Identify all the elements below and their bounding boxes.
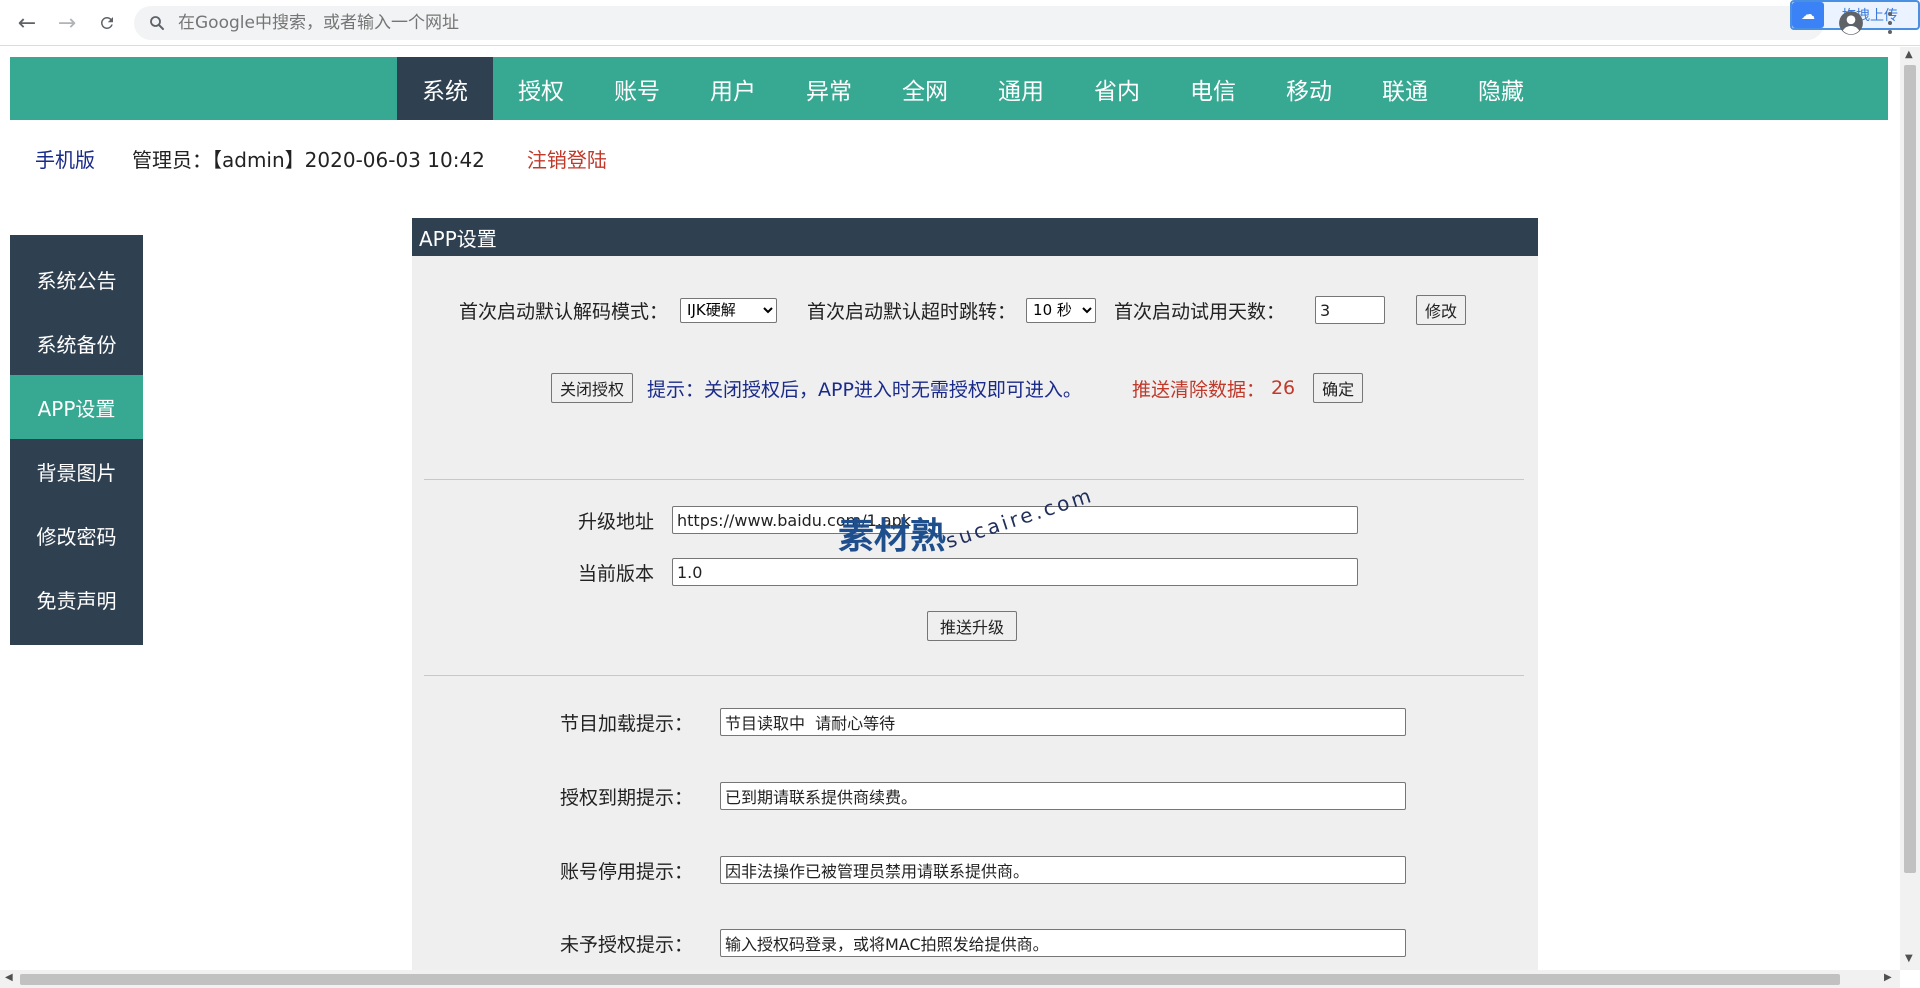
- sidebar-item[interactable]: 系统备份: [10, 311, 143, 375]
- forward-arrow-icon[interactable]: →: [48, 8, 86, 38]
- scroll-down-arrow-icon[interactable]: ▼: [1905, 953, 1913, 964]
- trial-days-input[interactable]: [1315, 296, 1386, 324]
- push-upgrade-button[interactable]: 推送升级: [927, 611, 1018, 641]
- loading-tip-input[interactable]: [720, 708, 1406, 736]
- back-arrow-icon[interactable]: ←: [8, 8, 46, 38]
- vertical-scroll-thumb[interactable]: [1904, 65, 1916, 873]
- push-upgrade-row: 推送升级: [927, 611, 1018, 641]
- cloud-upload-icon: ☁: [1792, 2, 1824, 28]
- auth-row: 关闭授权 提示：关闭授权后，APP进入时无需授权即可进入。 推送清除数据： 26…: [551, 373, 1364, 403]
- sidebar-item[interactable]: 系统公告: [10, 247, 143, 311]
- expire-tip-row: 授权到期提示：: [560, 782, 1406, 810]
- scroll-left-arrow-icon[interactable]: ◀: [5, 972, 13, 983]
- confirm-button[interactable]: 确定: [1313, 373, 1364, 403]
- sidebar-item[interactable]: 免责声明: [10, 567, 143, 631]
- push-clear-label: 推送清除数据：: [1131, 378, 1265, 401]
- unauth-tip-input[interactable]: [720, 929, 1406, 957]
- sidebar-item[interactable]: APP设置: [10, 375, 143, 439]
- trial-days-label: 首次启动试用天数：: [1114, 300, 1286, 323]
- disabled-tip-row: 账号停用提示：: [560, 856, 1406, 884]
- topnav-item[interactable]: 用户: [685, 57, 781, 120]
- topnav-item[interactable]: 异常: [781, 57, 877, 120]
- timeout-label: 首次启动默认超时跳转：: [807, 300, 1017, 323]
- horizontal-scroll-thumb[interactable]: [20, 974, 1840, 985]
- upgrade-url-input[interactable]: [672, 506, 1358, 534]
- divider: [424, 479, 1524, 480]
- address-input[interactable]: [178, 13, 1478, 33]
- current-version-row: 当前版本: [578, 558, 1358, 586]
- reload-icon[interactable]: [88, 8, 126, 38]
- upgrade-url-row: 升级地址: [578, 506, 1358, 534]
- topnav-item[interactable]: 省内: [1069, 57, 1165, 120]
- sidebar-item[interactable]: 修改密码: [10, 503, 143, 567]
- topnav-item[interactable]: 移动: [1261, 57, 1357, 120]
- address-bar[interactable]: ☁ 拖拽上传: [134, 0, 1920, 40]
- admin-login-info: 管理员：【admin】2020-06-03 10:42: [132, 147, 485, 172]
- horizontal-scrollbar[interactable]: ◀ ▶: [0, 970, 1900, 988]
- modify-button[interactable]: 修改: [1416, 295, 1467, 325]
- disabled-tip-input[interactable]: [720, 856, 1406, 884]
- expire-tip-input[interactable]: [720, 782, 1406, 810]
- loading-tip-label: 节目加载提示：: [560, 712, 694, 735]
- browser-menu-icon[interactable]: [1884, 9, 1896, 37]
- vertical-scrollbar[interactable]: ▲ ▼: [1900, 47, 1920, 970]
- scroll-right-arrow-icon[interactable]: ▶: [1884, 972, 1892, 983]
- page-viewport: 系统 授权 账号 用户 异常 全网 通用 省内 电信 移动 联通 隐藏 手机版 管理员：【admin】…: [0, 47, 1900, 970]
- topnav-item[interactable]: 系统: [397, 57, 493, 120]
- app-settings-panel: APP设置 首次启动默认解码模式： IJK硬解 首次启动默认超时跳转： 10 秒…: [412, 218, 1538, 970]
- unauth-tip-row: 未予授权提示：: [560, 929, 1406, 957]
- decode-mode-label: 首次启动默认解码模式：: [459, 300, 669, 323]
- unauth-tip-label: 未予授权提示：: [560, 933, 694, 956]
- current-version-label: 当前版本: [578, 562, 655, 585]
- topnav-item[interactable]: 授权: [493, 57, 589, 120]
- admin-info-bar: 手机版 管理员：【admin】2020-06-03 10:42 注销登陆: [35, 143, 607, 173]
- topnav-item[interactable]: 全网: [877, 57, 973, 120]
- sidebar: 系统公告 系统备份 APP设置 背景图片 修改密码 免责声明: [10, 235, 143, 645]
- profile-icon[interactable]: [1838, 10, 1864, 36]
- search-icon: [150, 16, 164, 30]
- scroll-up-arrow-icon[interactable]: ▲: [1905, 49, 1913, 60]
- loading-tip-row: 节目加载提示：: [560, 708, 1406, 736]
- top-navigation: 系统 授权 账号 用户 异常 全网 通用 省内 电信 移动 联通 隐藏: [10, 57, 1888, 120]
- topnav-item[interactable]: 电信: [1165, 57, 1261, 120]
- topnav-item[interactable]: 隐藏: [1453, 57, 1549, 120]
- disabled-tip-label: 账号停用提示：: [560, 860, 694, 883]
- topnav-item[interactable]: 联通: [1357, 57, 1453, 120]
- push-clear-count: 26: [1270, 377, 1296, 399]
- browser-toolbar: ← → ☁ 拖拽上传: [0, 0, 1920, 46]
- auth-hint-text: 提示：关闭授权后，APP进入时无需授权即可进入。: [647, 378, 1082, 401]
- decode-mode-select[interactable]: IJK硬解: [680, 297, 778, 323]
- timeout-select[interactable]: 10 秒: [1026, 297, 1097, 323]
- startup-settings-row: 首次启动默认解码模式： IJK硬解 首次启动默认超时跳转： 10 秒 首次启动试…: [459, 295, 1467, 325]
- divider: [424, 675, 1524, 676]
- panel-title: APP设置: [412, 218, 1538, 256]
- upgrade-url-label: 升级地址: [578, 510, 655, 533]
- logout-link[interactable]: 注销登陆: [527, 144, 607, 173]
- mobile-version-link[interactable]: 手机版: [35, 144, 95, 173]
- expire-tip-label: 授权到期提示：: [560, 786, 694, 809]
- close-auth-button[interactable]: 关闭授权: [551, 373, 634, 403]
- sidebar-item[interactable]: 背景图片: [10, 439, 143, 503]
- topnav-item[interactable]: 账号: [589, 57, 685, 120]
- topnav-item[interactable]: 通用: [973, 57, 1069, 120]
- current-version-input[interactable]: [672, 558, 1358, 586]
